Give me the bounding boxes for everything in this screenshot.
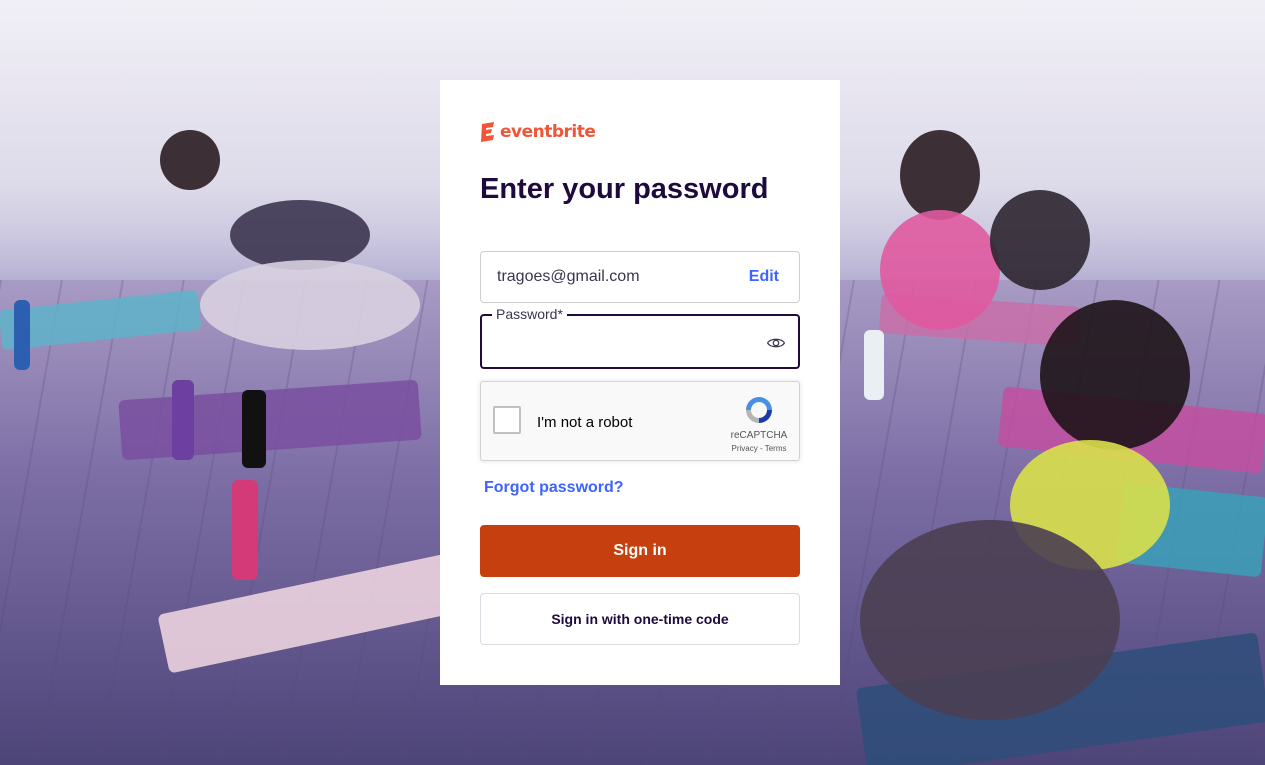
recaptcha-label: I'm not a robot xyxy=(537,414,633,431)
recaptcha-icon xyxy=(746,397,772,423)
person xyxy=(160,130,220,190)
page-title: Enter your password xyxy=(480,173,769,205)
password-label: Password* xyxy=(492,306,567,322)
logo-text: eventbrite xyxy=(500,122,596,142)
eventbrite-logo-icon xyxy=(481,122,494,142)
password-input[interactable] xyxy=(496,330,750,356)
email-value: tragoes@gmail.com xyxy=(497,268,640,285)
eye-icon[interactable] xyxy=(766,333,786,353)
forgot-password-link[interactable]: Forgot password? xyxy=(484,479,624,497)
water-bottle xyxy=(864,330,884,400)
recaptcha-widget: I'm not a robot reCAPTCHA Privacy - Term… xyxy=(480,381,800,461)
water-bottle xyxy=(14,300,30,370)
sign-in-button[interactable]: Sign in xyxy=(480,525,800,577)
password-field-wrapper: Password* xyxy=(480,306,800,369)
person xyxy=(880,210,1000,330)
person xyxy=(860,520,1120,720)
person xyxy=(900,130,980,220)
edit-email-link[interactable]: Edit xyxy=(749,268,779,286)
water-bottle xyxy=(242,390,266,468)
one-time-code-button[interactable]: Sign in with one-time code xyxy=(480,593,800,645)
person xyxy=(990,190,1090,290)
login-card: eventbrite Enter your password tragoes@g… xyxy=(440,80,840,685)
email-display: tragoes@gmail.com Edit xyxy=(480,251,800,303)
eventbrite-logo[interactable]: eventbrite xyxy=(480,120,800,144)
water-bottle xyxy=(232,480,258,580)
recaptcha-logo: reCAPTCHA Privacy - Terms xyxy=(729,394,789,453)
recaptcha-checkbox[interactable] xyxy=(493,406,521,434)
person xyxy=(200,260,420,350)
person xyxy=(1040,300,1190,450)
recaptcha-brand: reCAPTCHA xyxy=(730,430,788,441)
water-bottle xyxy=(172,380,194,460)
recaptcha-terms-link[interactable]: Privacy - Terms xyxy=(729,444,789,453)
